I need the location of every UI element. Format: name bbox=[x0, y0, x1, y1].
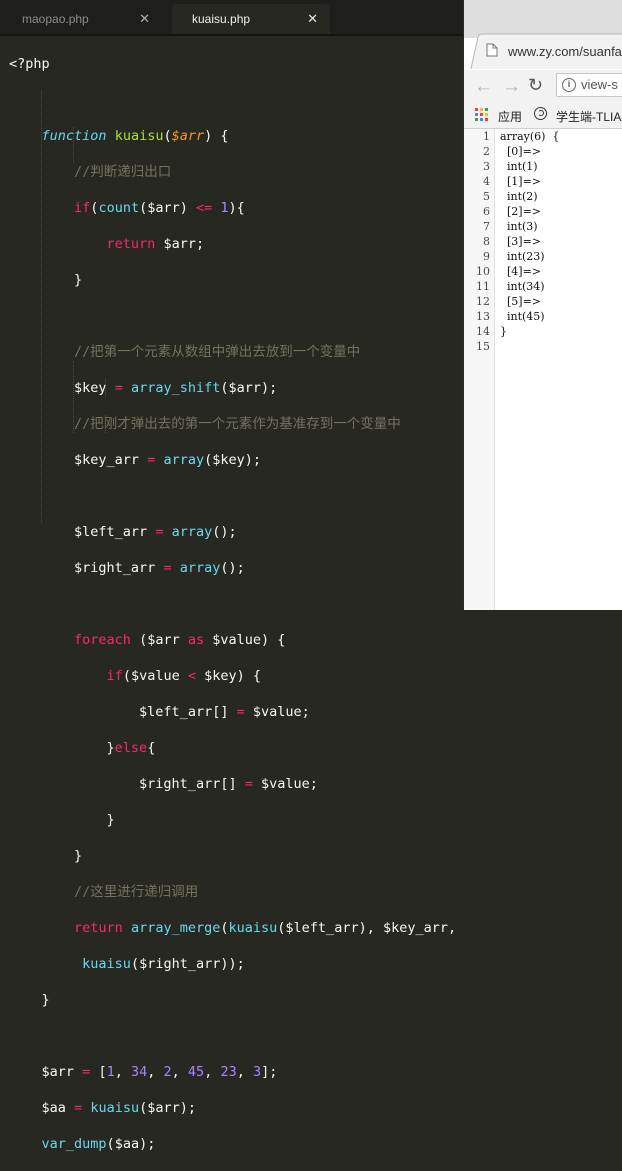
apps-grid-icon[interactable] bbox=[475, 108, 489, 122]
line-number: 4 bbox=[483, 175, 490, 188]
dump-line: [1]=> bbox=[500, 175, 542, 188]
dump-line bbox=[500, 339, 559, 354]
code-line: $arr = [1, 34, 2, 45, 23, 3]; bbox=[41, 1064, 278, 1080]
dump-line: int(1) bbox=[500, 160, 538, 173]
reload-icon[interactable]: ↻ bbox=[528, 75, 543, 96]
dump-line: int(23) bbox=[500, 250, 545, 263]
indent-guide bbox=[105, 379, 106, 397]
line-number: 1 bbox=[483, 130, 490, 143]
code-line: <?php bbox=[9, 56, 50, 72]
tab-label: maopao.php bbox=[22, 12, 89, 26]
line-number-gutter: 1 2 3 4 5 6 7 8 9 10 11 12 13 14 15 bbox=[464, 129, 495, 610]
dump-line: [0]=> bbox=[500, 145, 542, 158]
code-line: //判断递归出口 bbox=[74, 164, 172, 180]
indent-guide bbox=[73, 361, 74, 433]
code-line: return $arr; bbox=[106, 236, 205, 252]
dump-line: array(6) { bbox=[500, 130, 560, 143]
page-source-view: 1 2 3 4 5 6 7 8 9 10 11 12 13 14 15 array(6) { [0]=> i… bbox=[464, 129, 622, 610]
bookmark-student[interactable]: 学生端-TLIA bbox=[556, 108, 621, 125]
dump-line: [4]=> bbox=[500, 265, 542, 278]
line-number: 11 bbox=[476, 280, 490, 293]
line-number: 10 bbox=[476, 265, 490, 278]
dump-line: [3]=> bbox=[500, 235, 542, 248]
code-line: if($value < $key) { bbox=[106, 668, 262, 684]
page-icon bbox=[486, 43, 498, 57]
tab-label: kuaisu.php bbox=[192, 12, 251, 26]
bookmark-apps[interactable]: 应用 bbox=[498, 108, 522, 125]
code-line: } bbox=[9, 992, 50, 1008]
dump-line: int(34) bbox=[500, 280, 545, 293]
line-number: 8 bbox=[483, 235, 490, 248]
code-line: $right_arr[] = $value; bbox=[139, 776, 318, 792]
dump-line: [5]=> bbox=[500, 295, 542, 308]
indent-guide bbox=[73, 127, 74, 163]
line-number: 12 bbox=[476, 295, 490, 308]
editor-tab-bar: maopao.php ✕ kuaisu.php ✕ bbox=[0, 0, 463, 36]
code-line: $left_arr = array(); bbox=[74, 524, 237, 540]
indent-guide bbox=[105, 415, 106, 433]
dump-line: } bbox=[500, 325, 507, 338]
code-editor[interactable]: <?php function kuaisu($arr) { //判断递归出口 i… bbox=[0, 36, 463, 1152]
code-line: $key = array_shift($arr); bbox=[74, 380, 278, 396]
dump-line: int(45) bbox=[500, 310, 545, 323]
indent-guide bbox=[41, 91, 42, 523]
address-bar[interactable]: i view-s bbox=[556, 73, 622, 97]
back-arrow-icon[interactable]: ← bbox=[474, 76, 493, 98]
code-line: $key_arr = array($key); bbox=[74, 452, 262, 468]
code-line: if(count($arr) <= 1){ bbox=[74, 200, 245, 216]
code-line: return array_merge(kuaisu($left_arr), $k… bbox=[74, 920, 457, 936]
code-line: $left_arr[] = $value; bbox=[139, 704, 310, 720]
line-number: 15 bbox=[476, 340, 490, 353]
browser-tab-title[interactable]: www.zy.com/suanfa bbox=[508, 44, 622, 59]
code-line: //这里进行递归调用 bbox=[74, 884, 199, 900]
forward-arrow-icon[interactable]: → bbox=[502, 76, 521, 98]
address-text: view-s bbox=[581, 77, 618, 92]
code-line: } bbox=[9, 812, 115, 828]
close-icon[interactable]: ✕ bbox=[139, 11, 150, 27]
code-line: }else{ bbox=[9, 740, 156, 756]
site-favicon-icon bbox=[534, 107, 547, 120]
line-number: 6 bbox=[483, 205, 490, 218]
var-dump-output: array(6) { [0]=> int(1) [1]=> int(2) [2]… bbox=[500, 129, 559, 354]
line-number: 2 bbox=[483, 145, 490, 158]
info-icon[interactable]: i bbox=[562, 78, 576, 92]
line-number: 14 bbox=[476, 325, 490, 338]
dump-line: int(3) bbox=[500, 220, 538, 233]
code-line: kuaisu($right_arr)); bbox=[82, 956, 245, 972]
code-line: } bbox=[9, 848, 83, 864]
browser-window: www.zy.com/suanfa ← → ↻ i view-s 应用 学生端-… bbox=[463, 0, 622, 610]
line-number: 3 bbox=[483, 160, 490, 173]
line-number: 13 bbox=[476, 310, 490, 323]
code-line: } bbox=[9, 272, 83, 288]
tab-maopao[interactable]: maopao.php ✕ bbox=[2, 4, 162, 34]
close-icon[interactable]: ✕ bbox=[307, 11, 318, 27]
code-line: //把刚才弹出去的第一个元素作为基准存到一个变量中 bbox=[74, 416, 401, 432]
code-line: //把第一个元素从数组中弹出去放到一个变量中 bbox=[74, 344, 361, 360]
code-line: $aa = kuaisu($arr); bbox=[41, 1100, 197, 1116]
code-line: $right_arr = array(); bbox=[74, 560, 245, 576]
dump-line: [2]=> bbox=[500, 205, 542, 218]
code-line: function kuaisu($arr) { bbox=[41, 128, 229, 144]
line-number: 7 bbox=[483, 220, 490, 233]
code-line: foreach ($arr as $value) { bbox=[74, 632, 286, 648]
line-number: 5 bbox=[483, 190, 490, 203]
dump-line: int(2) bbox=[500, 190, 538, 203]
code-line: var_dump($aa); bbox=[41, 1136, 156, 1152]
line-number: 9 bbox=[483, 250, 490, 263]
tab-kuaisu[interactable]: kuaisu.php ✕ bbox=[172, 4, 330, 34]
